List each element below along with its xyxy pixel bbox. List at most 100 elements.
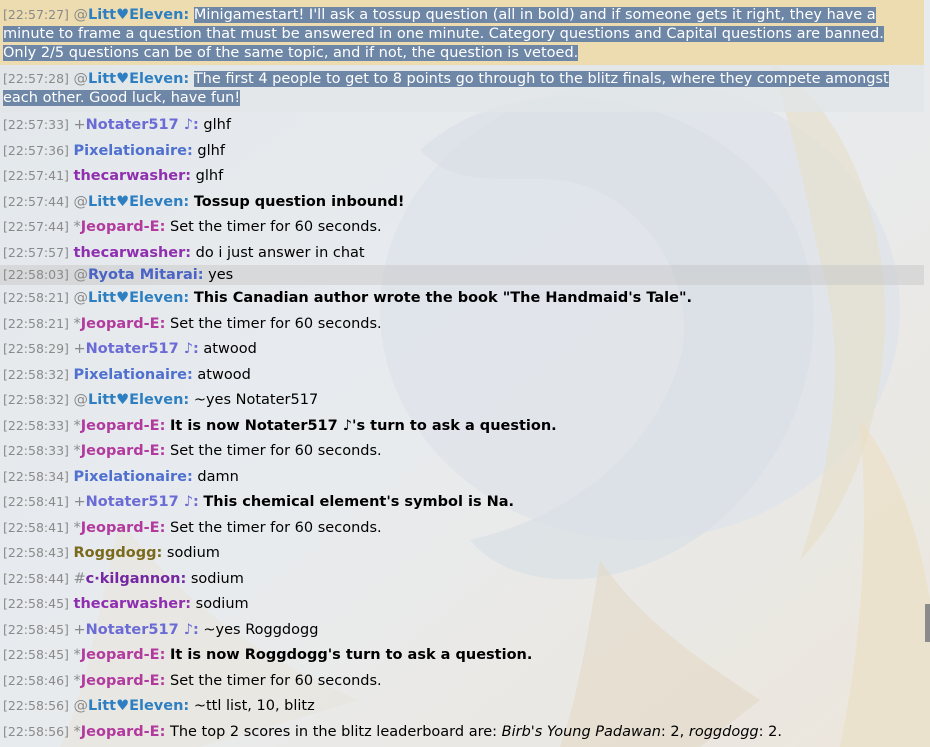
user-rank-symbol: @ [73, 267, 89, 283]
chat-message: [22:58:56] @Litt♥Eleven: ~ttl list, 10, … [0, 693, 924, 719]
message-text: do i just answer in chat [195, 244, 365, 261]
username[interactable]: Notater517 ♪: [86, 117, 199, 133]
username[interactable]: Litt♥Eleven: [88, 7, 189, 23]
message-timestamp: [22:58:45] [3, 596, 69, 611]
chat-message: [22:58:03] @Ryota Mitarai: yes [0, 265, 924, 285]
username[interactable]: c·kilgannon: [86, 571, 187, 587]
username[interactable]: Litt♥Eleven: [88, 290, 189, 306]
message-text: atwood [203, 341, 257, 357]
message-timestamp: [22:57:57] [3, 244, 69, 260]
username[interactable]: thecarwasher: [74, 596, 192, 612]
message-text: Set the timer for 60 seconds. [169, 672, 382, 689]
username[interactable]: Jeopard-E: [81, 724, 166, 740]
message-text: yes [208, 267, 234, 283]
username[interactable]: Litt♥Eleven: [88, 194, 189, 210]
chat-message: [22:57:33] +Notater517 ♪: glhf [0, 112, 924, 138]
chat-message: [22:58:21] *Jeopard-E: Set the timer for… [0, 311, 924, 337]
chat-message: [22:57:28] @Litt♥Eleven: The first 4 peo… [0, 65, 924, 112]
chat-message: [22:58:21] @Litt♥Eleven: This Canadian a… [0, 285, 924, 311]
message-text-part: The top 2 scores in the blitz leaderboar… [169, 723, 502, 740]
message-text-part: roggdogg [688, 723, 759, 740]
chat-message: [22:58:33] *Jeopard-E: It is now Notater… [0, 413, 924, 439]
chat-message: [22:58:45] *Jeopard-E: It is now Roggdog… [0, 642, 924, 668]
username[interactable]: Notater517 ♪: [86, 341, 199, 357]
message-text: glhf [195, 168, 224, 184]
username[interactable]: Pixelationaire: [74, 143, 193, 159]
message-timestamp: [22:58:45] [3, 647, 69, 662]
user-rank-symbol: @ [73, 698, 89, 714]
chat-message: [22:57:44] *Jeopard-E: Set the timer for… [0, 214, 924, 240]
message-timestamp: [22:57:27] [3, 7, 69, 22]
user-rank-symbol: # [73, 570, 86, 587]
user-rank-symbol: * [73, 417, 81, 434]
username[interactable]: Notater517 ♪: [86, 622, 199, 638]
username[interactable]: thecarwasher: [74, 168, 192, 184]
user-rank-symbol: + [73, 341, 86, 357]
message-timestamp: [22:57:44] [3, 219, 69, 234]
username[interactable]: Jeopard-E: [81, 520, 166, 536]
message-timestamp: [22:57:28] [3, 71, 69, 86]
message-text: sodium [166, 545, 220, 561]
user-rank-symbol: * [73, 219, 81, 235]
username[interactable]: Litt♥Eleven: [88, 392, 189, 408]
user-rank-symbol: * [73, 519, 81, 536]
username[interactable]: Jeopard-E: [81, 673, 166, 689]
user-rank-symbol: * [73, 647, 81, 663]
message-text: It is now Notater517 ♪'s turn to ask a q… [169, 417, 557, 434]
username[interactable]: Roggdogg: [74, 545, 163, 561]
user-rank-symbol: @ [73, 193, 89, 210]
username[interactable]: Jeopard-E: [81, 443, 166, 459]
chat-message: [22:58:56] *Jeopard-E: The top 2 scores … [0, 719, 924, 745]
message-timestamp: [22:57:36] [3, 142, 69, 158]
chat-message: [22:58:32] Pixelationaire: atwood [0, 362, 924, 388]
message-timestamp: [22:58:33] [3, 417, 69, 433]
username[interactable]: Notater517 ♪: [86, 494, 199, 510]
message-timestamp: [22:58:32] [3, 392, 69, 407]
chat-message: [22:58:44] #c·kilgannon: sodium [0, 566, 924, 592]
message-text: sodium [190, 570, 244, 587]
username[interactable]: Ryota Mitarai: [88, 267, 204, 283]
message-text: It is now Roggdogg's turn to ask a quest… [169, 647, 533, 663]
user-rank-symbol: @ [73, 290, 89, 306]
username[interactable]: thecarwasher: [74, 245, 192, 261]
chat-message: [22:58:46] *Jeopard-E: Set the timer for… [0, 668, 924, 694]
message-text: atwood [197, 366, 251, 383]
chat-message: [22:58:41] *Jeopard-E: Set the timer for… [0, 515, 924, 541]
username[interactable]: Jeopard-E: [81, 316, 166, 332]
message-timestamp: [22:58:56] [3, 698, 69, 713]
chat-message: [22:58:45] +Notater517 ♪: ~yes Roggdogg [0, 617, 924, 643]
message-timestamp: [22:58:44] [3, 570, 69, 586]
message-timestamp: [22:58:32] [3, 366, 69, 382]
message-timestamp: [22:58:03] [3, 267, 69, 282]
username[interactable]: Litt♥Eleven: [88, 698, 189, 714]
message-timestamp: [22:57:33] [3, 117, 69, 132]
scrollbar-thumb[interactable] [925, 604, 930, 642]
chat-message: [22:57:57] thecarwasher: do i just answe… [0, 240, 924, 266]
chat-message: [22:58:43] Roggdogg: sodium [0, 540, 924, 566]
chat-message: [22:58:33] *Jeopard-E: Set the timer for… [0, 438, 924, 464]
message-text: Tossup question inbound! [193, 193, 405, 210]
message-timestamp: [22:58:43] [3, 545, 69, 560]
message-timestamp: [22:58:46] [3, 672, 69, 688]
message-text: The top 2 scores in the blitz leaderboar… [170, 724, 782, 740]
message-timestamp: [22:58:56] [3, 723, 69, 739]
user-rank-symbol: @ [73, 7, 89, 23]
user-rank-symbol: + [73, 494, 86, 510]
message-timestamp: [22:58:41] [3, 519, 69, 535]
message-text: This chemical element's symbol is Na. [203, 494, 515, 510]
message-timestamp: [22:58:21] [3, 290, 69, 305]
message-text: This Canadian author wrote the book "The… [193, 290, 693, 306]
username[interactable]: Jeopard-E: [81, 219, 166, 235]
message-text: ~yes Roggdogg [203, 621, 319, 638]
user-rank-symbol: * [73, 315, 81, 332]
message-text-part: : 2, [660, 723, 689, 740]
user-rank-symbol: + [73, 621, 86, 638]
username[interactable]: Pixelationaire: [74, 469, 193, 485]
user-rank-symbol: @ [73, 392, 89, 408]
message-text: ~yes Notater517 [193, 392, 319, 408]
username[interactable]: Pixelationaire: [74, 367, 193, 383]
username[interactable]: Jeopard-E: [81, 647, 166, 663]
username[interactable]: Jeopard-E: [81, 418, 166, 434]
username[interactable]: Litt♥Eleven: [88, 71, 189, 87]
message-text: Set the timer for 60 seconds. [169, 443, 382, 459]
